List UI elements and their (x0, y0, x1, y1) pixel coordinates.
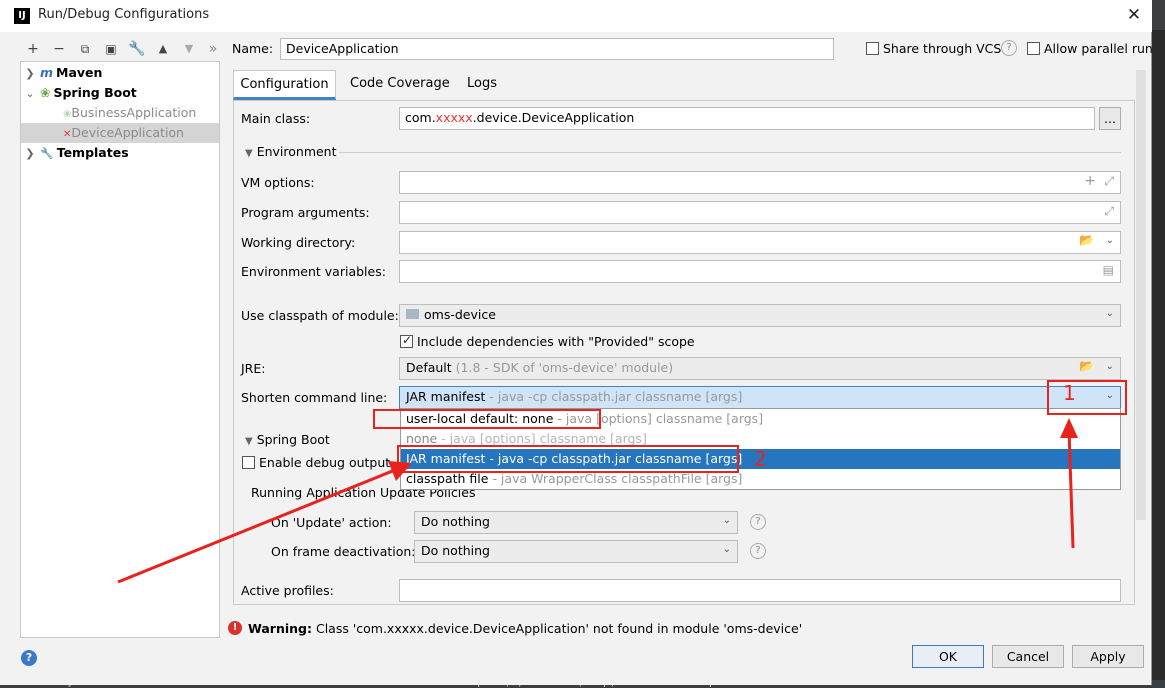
annotation-arrow-line (1067, 429, 1075, 549)
annotation-arrows (117, 418, 1078, 584)
background-ide-strip (1152, 30, 1165, 680)
annotation-arrow-line (117, 468, 396, 584)
annotation-arrowhead (1060, 418, 1078, 438)
run-debug-dialog: IJ Run/Debug Configurations ✕ + − ⧉ ▣ 🔧 … (0, 0, 1153, 685)
